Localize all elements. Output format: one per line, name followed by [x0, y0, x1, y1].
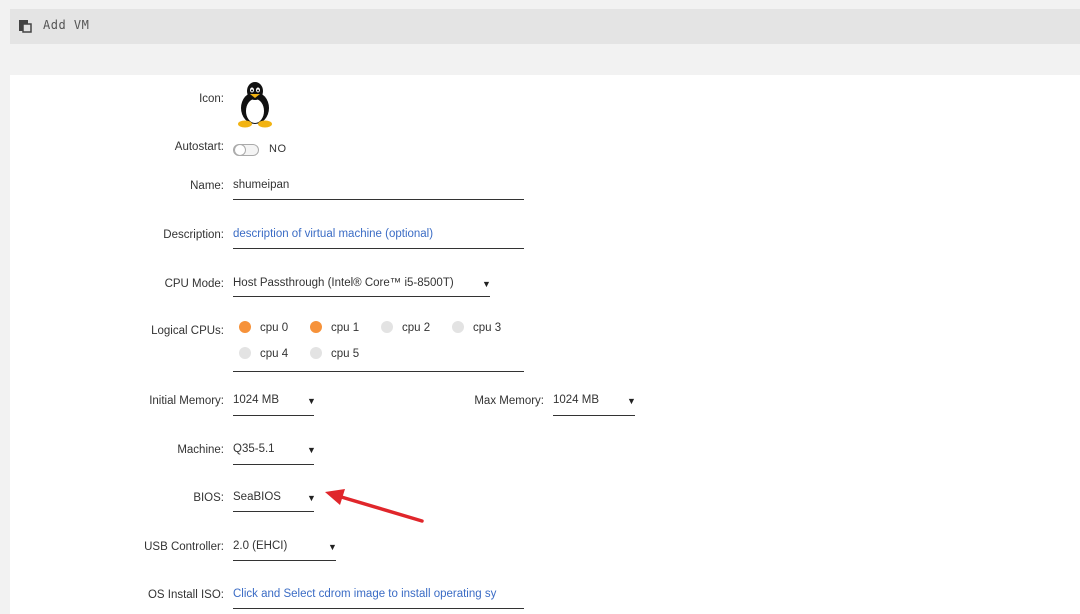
logical-cpus-label: Logical CPUs: [151, 325, 224, 337]
cpu-4-label: cpu 4 [260, 348, 289, 360]
window-title: Add VM [43, 18, 90, 32]
cpu-1-label: cpu 1 [331, 322, 360, 334]
machine-label: Machine: [177, 444, 224, 456]
window-titlebar: Add VM [10, 9, 1080, 44]
logical-cpus-underline [233, 371, 524, 372]
machine-dropdown-arrow-icon[interactable]: ▼ [307, 445, 316, 455]
initial-memory-dropdown-arrow-icon[interactable]: ▼ [307, 396, 316, 406]
linux-penguin-icon[interactable] [234, 80, 276, 128]
os-install-iso-label: OS Install ISO: [147, 589, 224, 601]
cpu-mode-underline [233, 296, 490, 297]
clipboard-icon [19, 20, 32, 33]
cpu-mode-dropdown-arrow-icon[interactable]: ▼ [482, 279, 491, 289]
max-memory-label: Max Memory: [474, 395, 544, 407]
cpu-0-label: cpu 0 [260, 322, 289, 334]
description-label: Description: [163, 229, 224, 241]
cpu-2-checkbox[interactable] [381, 321, 393, 333]
name-label: Name: [190, 180, 224, 192]
cpu-mode-select[interactable]: Host Passthrough (Intel® Core™ i5-8500T) [233, 277, 454, 289]
autostart-toggle[interactable] [233, 144, 259, 156]
cpu-3-checkbox[interactable] [452, 321, 464, 333]
os-install-iso-input[interactable]: Click and Select cdrom image to install … [233, 588, 524, 600]
bios-select[interactable]: SeaBIOS [233, 491, 281, 503]
icon-label: Icon: [199, 93, 224, 105]
usb-controller-select[interactable]: 2.0 (EHCI) [233, 540, 287, 552]
autostart-label: Autostart: [174, 141, 224, 153]
bios-dropdown-arrow-icon[interactable]: ▼ [307, 493, 316, 503]
initial-memory-select[interactable]: 1024 MB [233, 394, 279, 406]
bios-underline [233, 511, 314, 512]
cpu-mode-label: CPU Mode: [164, 278, 224, 290]
machine-underline [233, 464, 314, 465]
add-vm-form: Icon: Autostart: NO Name: shumeipan Desc… [10, 75, 1080, 614]
toggle-knob [234, 144, 246, 156]
name-input[interactable]: shumeipan [233, 179, 289, 191]
cpu-1-checkbox[interactable] [310, 321, 322, 333]
description-underline [233, 248, 524, 249]
os-install-iso-underline [233, 608, 524, 609]
autostart-state: NO [269, 143, 287, 155]
usb-controller-underline [233, 560, 336, 561]
description-input[interactable]: description of virtual machine (optional… [233, 228, 433, 240]
max-memory-dropdown-arrow-icon[interactable]: ▼ [627, 396, 636, 406]
cpu-3-label: cpu 3 [473, 322, 502, 334]
cpu-5-label: cpu 5 [331, 348, 360, 360]
initial-memory-underline [233, 415, 314, 416]
cpu-5-checkbox[interactable] [310, 347, 322, 359]
max-memory-select[interactable]: 1024 MB [553, 394, 599, 406]
machine-select[interactable]: Q35-5.1 [233, 443, 275, 455]
name-underline [233, 199, 524, 200]
cpu-0-checkbox[interactable] [239, 321, 251, 333]
annotation-arrow-icon [325, 489, 424, 523]
cpu-4-checkbox[interactable] [239, 347, 251, 359]
bios-label: BIOS: [193, 492, 224, 504]
initial-memory-label: Initial Memory: [149, 395, 224, 407]
max-memory-underline [553, 415, 635, 416]
cpu-2-label: cpu 2 [402, 322, 431, 334]
usb-controller-label: USB Controller: [144, 541, 224, 553]
usb-controller-dropdown-arrow-icon[interactable]: ▼ [328, 542, 337, 552]
